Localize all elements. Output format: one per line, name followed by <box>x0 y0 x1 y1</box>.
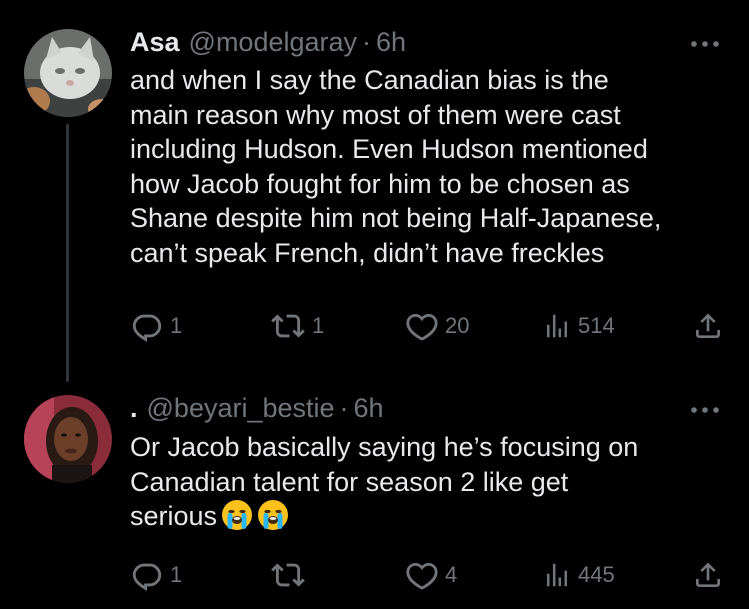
repost-button[interactable]: 1 <box>270 306 324 346</box>
views-count: 445 <box>578 562 615 587</box>
like-count: 20 <box>445 313 470 338</box>
tweet-text-content: Or Jacob basically saying he’s focusing … <box>130 432 639 531</box>
display-name[interactable]: . <box>130 392 138 424</box>
loudly-crying-face-icon <box>221 499 253 540</box>
user-handle[interactable]: @modelgaray <box>189 26 358 58</box>
tweet-text: and when I say the Canadian bias is the … <box>130 65 662 268</box>
repost-icon <box>271 563 305 587</box>
like-button[interactable]: 4 <box>405 555 457 595</box>
tweet-text: Or Jacob basically saying he’s focusing … <box>130 430 730 540</box>
reply-count: 1 <box>170 562 183 587</box>
like-button[interactable]: 20 <box>405 306 469 346</box>
reply-icon <box>132 314 162 342</box>
avatar[interactable] <box>24 395 112 483</box>
share-icon <box>696 313 720 338</box>
views-chart-icon <box>547 563 567 587</box>
share-icon <box>696 562 720 587</box>
views-chart-icon <box>547 314 567 338</box>
repost-count: 1 <box>312 313 325 338</box>
views-button[interactable]: 514 <box>542 306 615 346</box>
share-button[interactable] <box>692 555 724 595</box>
separator: · <box>339 393 349 423</box>
reply-icon <box>132 563 162 591</box>
more-horizontal-icon[interactable] <box>689 34 721 54</box>
avatar-person-image <box>24 395 112 483</box>
heart-icon <box>406 313 438 341</box>
action-bar: 1 1 20 514 <box>0 306 749 346</box>
reply-count: 1 <box>170 313 183 338</box>
avatar[interactable] <box>24 29 112 117</box>
display-name[interactable]: Asa <box>130 26 180 58</box>
share-button[interactable] <box>692 306 724 346</box>
timestamp[interactable]: 6h <box>354 392 384 424</box>
like-count: 4 <box>445 562 458 587</box>
tweet-header: Asa @modelgaray · 6h <box>130 26 406 58</box>
tweet[interactable]: . @beyari_bestie · 6h Or Jacob basically… <box>0 375 749 609</box>
timestamp[interactable]: 6h <box>376 26 406 58</box>
tweet-header: . @beyari_bestie · 6h <box>130 392 384 424</box>
repost-button[interactable] <box>270 555 312 595</box>
heart-icon <box>406 562 438 590</box>
reply-button[interactable]: 1 <box>130 306 182 346</box>
action-bar: 1 4 445 <box>0 555 749 595</box>
user-handle[interactable]: @beyari_bestie <box>147 392 335 424</box>
reply-button[interactable]: 1 <box>130 555 182 595</box>
views-count: 514 <box>578 313 615 338</box>
separator: · <box>362 27 372 57</box>
tweet[interactable]: Asa @modelgaray · 6h and when I say the … <box>0 0 749 382</box>
more-horizontal-icon[interactable] <box>689 400 721 420</box>
avatar-cat-image <box>24 29 112 117</box>
loudly-crying-face-icon <box>257 499 289 540</box>
repost-icon <box>271 314 305 338</box>
views-button[interactable]: 445 <box>542 555 615 595</box>
